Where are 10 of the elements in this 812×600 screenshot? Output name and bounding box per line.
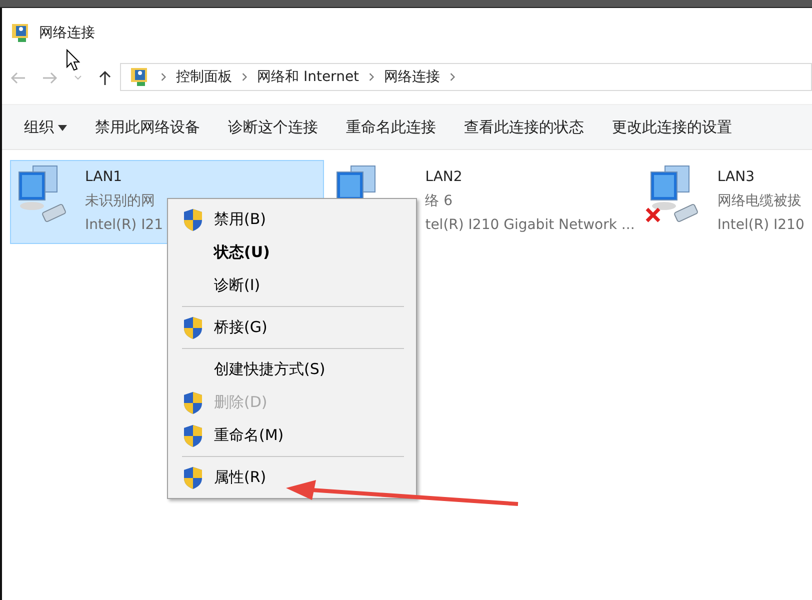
connection-status: 网络电缆被拔 bbox=[717, 192, 802, 211]
adapter-name: Intel(R) I21 bbox=[85, 216, 164, 235]
adapter-name: tel(R) I210 Gigabit Network ... bbox=[425, 216, 635, 235]
connection-name: LAN1 bbox=[85, 168, 124, 187]
connection-name: LAN3 bbox=[717, 168, 756, 187]
adapter-name: Intel(R) I210 bbox=[717, 216, 804, 235]
window-title: 网络连接 bbox=[39, 24, 95, 42]
connection-name: LAN2 bbox=[425, 168, 464, 187]
connection-status: 络 6 bbox=[425, 192, 454, 211]
connection-status: 未识别的网 bbox=[85, 192, 156, 211]
